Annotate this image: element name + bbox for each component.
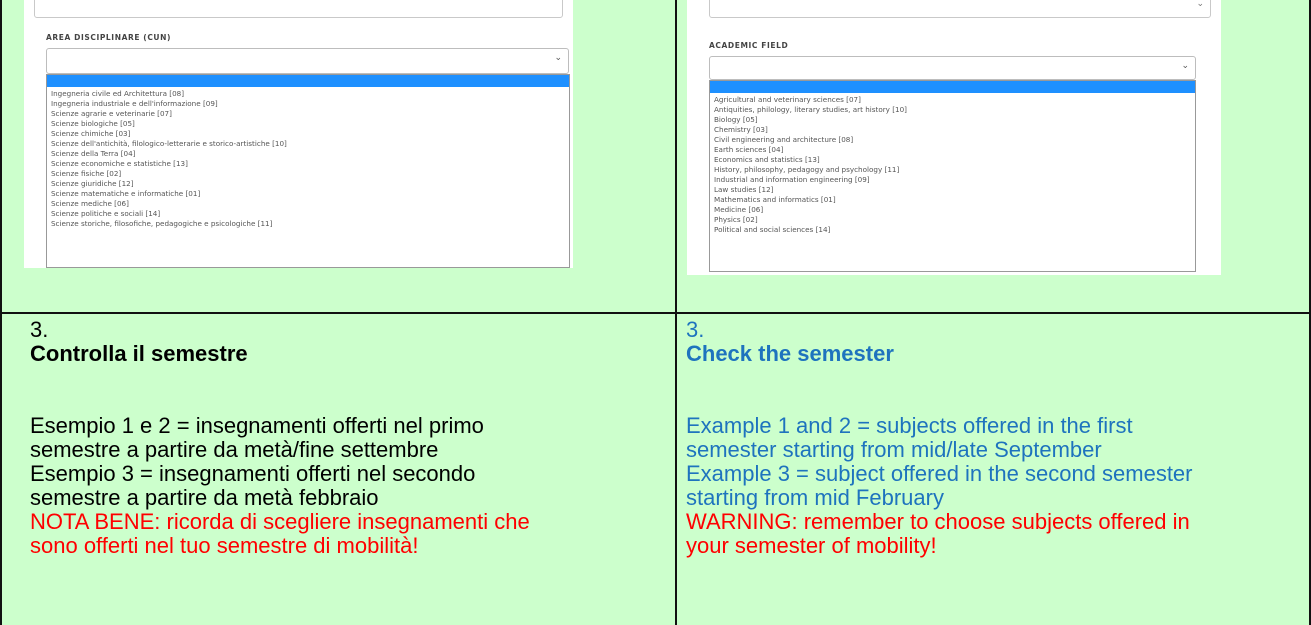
body-line: Example 3 = subject offered in the secon… [686,461,1193,486]
previous-select-field[interactable]: ⌄ [709,0,1211,18]
step-heading: Check the semester [686,341,894,366]
english-instructions: 3. Check the semester Example 1 and 2 = … [686,318,1193,558]
area-disciplinare-dropdown[interactable]: Ingegneria civile ed Architettura [08] I… [46,74,570,268]
dropdown-option[interactable]: Scienze politiche e sociali [14] [51,209,565,219]
cell-text-italian: 3. Controlla il semestre Esempio 1 e 2 =… [0,314,675,625]
dropdown-option[interactable]: Civil engineering and architecture [08] [714,135,1191,145]
dropdown-option[interactable]: Earth sciences [04] [714,145,1191,155]
highlighted-empty-option[interactable] [47,75,569,87]
dropdown-option[interactable]: Political and social sciences [14] [714,225,1191,235]
academic-field-dropdown[interactable]: Agricultural and veterinary sciences [07… [709,80,1196,272]
body-line: semestre a partire da metà/fine settembr… [30,437,439,462]
warning-line: sono offerti nel tuo semestre di mobilit… [30,533,419,558]
dropdown-option[interactable]: History, philosophy, pedagogy and psycho… [714,165,1191,175]
dropdown-option[interactable]: Scienze agrarie e veterinarie [07] [51,109,565,119]
previous-select-field[interactable] [34,0,563,18]
dropdown-option[interactable]: Ingegneria industriale e dell'informazio… [51,99,565,109]
screenshot-italian-form: AREA DISCIPLINARE (CUN) ⌄ Ingegneria civ… [24,0,573,268]
cell-text-english: 3. Check the semester Example 1 and 2 = … [677,314,1311,625]
warning-line: NOTA BENE: ricorda di scegliere insegnam… [30,509,530,534]
cell-screenshot-english: ⌄ ACADEMIC FIELD ⌄ Agricultural and vete… [677,0,1311,312]
dropdown-option[interactable]: Chemistry [03] [714,125,1191,135]
dropdown-option[interactable]: Medicine [06] [714,205,1191,215]
dropdown-option[interactable]: Ingegneria civile ed Architettura [08] [51,89,565,99]
body-line: Esempio 1 e 2 = insegnamenti offerti nel… [30,413,484,438]
dropdown-option[interactable]: Scienze giuridiche [12] [51,179,565,189]
dropdown-option[interactable]: Physics [02] [714,215,1191,225]
dropdown-option[interactable]: Scienze economiche e statistiche [13] [51,159,565,169]
dropdown-option[interactable]: Industrial and information engineering [… [714,175,1191,185]
body-line: Esempio 3 = insegnamenti offerti nel sec… [30,461,476,486]
screenshot-english-form: ⌄ ACADEMIC FIELD ⌄ Agricultural and vete… [687,0,1221,275]
chevron-down-icon: ⌄ [1181,61,1189,71]
body-line: Example 1 and 2 = subjects offered in th… [686,413,1133,438]
chevron-down-icon: ⌄ [554,53,562,63]
dropdown-option[interactable]: Agricultural and veterinary sciences [07… [714,95,1191,105]
dropdown-option[interactable]: Scienze biologiche [05] [51,119,565,129]
cell-screenshot-italian: AREA DISCIPLINARE (CUN) ⌄ Ingegneria civ… [0,0,675,312]
instruction-table: AREA DISCIPLINARE (CUN) ⌄ Ingegneria civ… [0,0,1311,625]
dropdown-option[interactable]: Scienze chimiche [03] [51,129,565,139]
dropdown-option[interactable]: Scienze storiche, filosofiche, pedagogic… [51,219,565,229]
dropdown-option[interactable]: Scienze matematiche e informatiche [01] [51,189,565,199]
italian-instructions: 3. Controlla il semestre Esempio 1 e 2 =… [30,318,530,558]
area-disciplinare-select[interactable]: ⌄ [46,48,569,74]
dropdown-option[interactable]: Antiquities, philology, literary studies… [714,105,1191,115]
body-line: semestre a partire da metà febbraio [30,485,379,510]
step-number: 3. [30,317,49,342]
body-line: semester starting from mid/late Septembe… [686,437,1102,462]
highlighted-empty-option[interactable] [710,81,1195,93]
dropdown-option[interactable]: Scienze mediche [06] [51,199,565,209]
area-disciplinare-label: AREA DISCIPLINARE (CUN) [46,33,172,42]
academic-field-select[interactable]: ⌄ [709,56,1196,80]
dropdown-option[interactable]: Scienze dell'antichità, filologico-lette… [51,139,565,149]
dropdown-option[interactable]: Mathematics and informatics [01] [714,195,1191,205]
academic-field-label: ACADEMIC FIELD [709,41,789,50]
table-border-row-divider [0,312,1311,314]
option-list: Agricultural and veterinary sciences [07… [710,93,1195,237]
dropdown-option[interactable]: Law studies [12] [714,185,1191,195]
step-heading: Controlla il semestre [30,341,248,366]
chevron-down-icon: ⌄ [1196,0,1204,9]
dropdown-option[interactable]: Biology [05] [714,115,1191,125]
option-list: Ingegneria civile ed Architettura [08] I… [47,87,569,231]
body-line: starting from mid February [686,485,944,510]
dropdown-option[interactable]: Scienze della Terra [04] [51,149,565,159]
dropdown-option[interactable]: Economics and statistics [13] [714,155,1191,165]
warning-line: WARNING: remember to choose subjects off… [686,509,1190,534]
step-number: 3. [686,317,705,342]
warning-line: your semester of mobility! [686,533,937,558]
dropdown-option[interactable]: Scienze fisiche [02] [51,169,565,179]
